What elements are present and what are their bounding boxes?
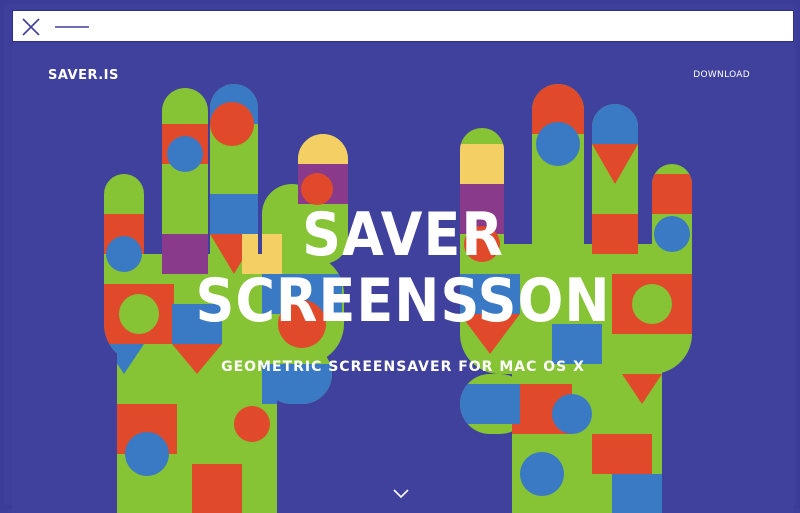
window-titlebar — [12, 10, 794, 42]
browser-window: SAVER.IS DOWNLOAD SAVER SCREENSSON GEOME… — [0, 0, 800, 513]
site-logo[interactable]: SAVER.IS — [48, 68, 119, 83]
minimize-icon[interactable] — [53, 17, 91, 37]
hero-subtitle: GEOMETRIC SCREENSAVER FOR MAC OS X — [221, 359, 585, 375]
hero-title-line2: SCREENSSON — [195, 266, 611, 336]
download-link[interactable]: DOWNLOAD — [693, 70, 750, 80]
chevron-down-icon[interactable] — [392, 488, 410, 500]
hero-section: SAVER.IS DOWNLOAD SAVER SCREENSSON GEOME… — [12, 44, 794, 513]
hero-title-line1: SAVER — [302, 200, 504, 270]
close-icon[interactable] — [21, 17, 41, 37]
